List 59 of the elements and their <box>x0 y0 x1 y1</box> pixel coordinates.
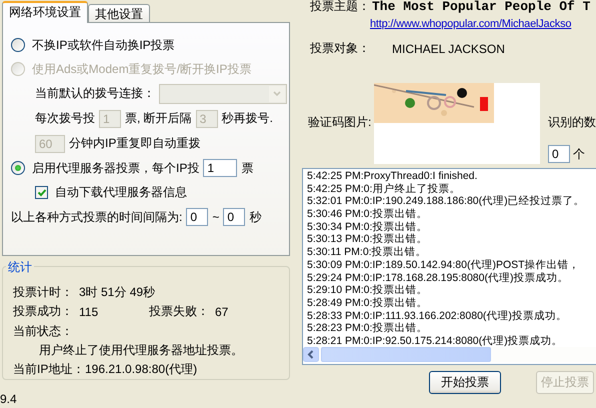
failure-label: 投票失败： <box>149 303 210 320</box>
recognized-label: 识别的数 <box>548 114 596 131</box>
failure-count: 67 <box>215 304 228 319</box>
log-entry: 5:30:13 PM:0:投票出错。 <box>307 233 428 246</box>
target-name: MICHAEL JACKSON <box>392 42 505 56</box>
scrollbar-thumb[interactable] <box>321 347 491 362</box>
status-text: 用户终止了使用代理服务器地址投票。 <box>38 342 243 359</box>
horizontal-scrollbar[interactable] <box>303 347 596 362</box>
status-label: 当前状态： <box>13 322 73 340</box>
option-label: 秒再拨号. <box>222 110 274 127</box>
radio-button[interactable] <box>11 161 25 175</box>
timer-value: 3时 51分 49秒 <box>79 284 156 302</box>
digit-count-field[interactable]: 0 <box>548 145 570 163</box>
log-entry: 5:42:25 PM:ProxyThread0:I finished. <box>307 170 478 183</box>
captcha-label: 验证码图片: <box>307 114 372 131</box>
log-entry: 5:30:11 PM:0:投票出错。 <box>307 246 428 259</box>
option-label: 不换IP或软件自动换IP投票 <box>32 36 175 54</box>
timer-label: 投票计时： <box>13 284 74 302</box>
vote-button[interactable]: 开始投票 <box>429 371 501 394</box>
scroll-left-icon[interactable] <box>303 347 319 362</box>
option-label: 自动下载代理服务器信息 <box>55 184 187 201</box>
option-label: 每次拨号投 <box>35 110 95 127</box>
log-entry: 5:30:46 PM:0:投票出错。 <box>307 208 428 221</box>
checkbox[interactable] <box>35 186 48 199</box>
log-entry: 5:29:10 PM:0:投票出错。 <box>307 284 428 297</box>
digit-count-label: 个 <box>573 146 585 162</box>
option-label: 使用Ads或Modem重复拨号/断开换IP投票 <box>32 60 252 78</box>
option-label: 票 <box>241 160 254 176</box>
target-label: 投票对象： <box>310 40 370 57</box>
success-label: 投票成功： <box>13 303 74 320</box>
topic-title: The Most Popular People Of T <box>372 0 590 14</box>
log-entry: 5:29:24 PM:0:IP:178.168.28.195:8080(代理)投票成功。 <box>307 272 570 284</box>
settings-tab[interactable]: 网络环境设置 <box>2 1 88 23</box>
option-label: 以上各种方式投票的时间间隔为: <box>11 208 182 226</box>
radio-button[interactable] <box>11 38 25 52</box>
option-label: 启用代理服务器投票，每个IP投 <box>32 160 200 176</box>
log-entry: 5:28:21 PM:0:IP:92.50.175.214:8080(代理)投票成功。 <box>307 334 564 348</box>
settings-tab[interactable]: 其他设置 <box>88 4 150 22</box>
success-count: 115 <box>79 304 100 319</box>
option-label: 秒 <box>249 208 262 226</box>
ip-label: 当前IP地址： <box>13 360 85 378</box>
log-entry: 5:30:09 PM:0:IP:189.50.142.94:80(代理)POST操作出错， <box>307 258 581 272</box>
log-entry: 5:30:34 PM:0:投票出错。 <box>307 220 428 233</box>
option-label: 票, 断开后隔 <box>125 110 192 127</box>
topic-label: 投票主题： <box>310 0 370 15</box>
topic-link[interactable]: http://www.whopopular.com/MichaelJackso <box>370 18 572 30</box>
log-entry: 5:42:25 PM:0:用户终止了投票。 <box>307 182 462 196</box>
number-field[interactable]: 0 <box>223 208 246 226</box>
log-entry: 5:28:49 PM:0:投票出错。 <box>307 296 428 310</box>
log-entry: 5:28:23 PM:0:投票出错。 <box>307 322 428 335</box>
log-entry: 5:32:01 PM:0:IP:190.249.188.186:80(代理)已经投过票了。 <box>307 195 586 208</box>
ip-value: 196.21.0.98:80(代理) <box>85 360 198 378</box>
log-entry: 5:28:33 PM:0:IP:111.93.166.202:8080(代理)投票成功。 <box>307 310 568 322</box>
version-text: 9.4 <box>0 392 17 406</box>
number-field[interactable]: 1 <box>203 159 238 177</box>
number-field[interactable]: 0 <box>186 208 208 226</box>
option-label: 当前默认的拨号连接： <box>35 85 155 102</box>
option-label: 分钟内IP重复即自动重拨 <box>69 135 200 152</box>
option-label: ~ <box>212 210 220 224</box>
